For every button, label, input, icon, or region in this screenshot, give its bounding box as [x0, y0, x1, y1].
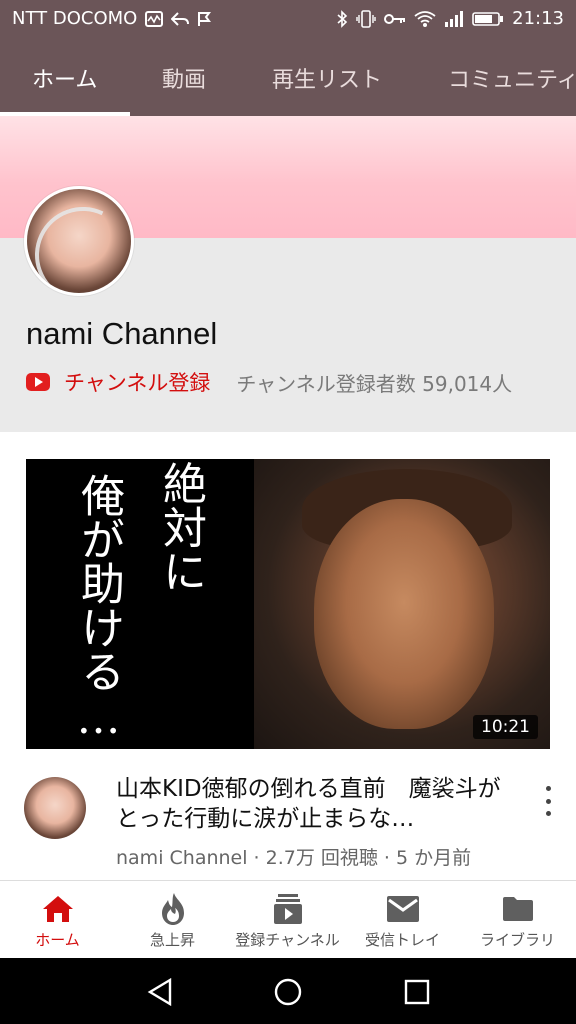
- back-icon[interactable]: [147, 978, 173, 1006]
- thumbnail-text-line-1: 絶対に: [155, 461, 206, 593]
- video-duration: 10:21: [473, 715, 538, 739]
- subscribe-button[interactable]: チャンネル登録: [64, 367, 210, 397]
- video-thumbnail[interactable]: 絶対に 俺が助ける… 10:21: [26, 459, 550, 749]
- nav-library-label: ライブラリ: [479, 931, 555, 949]
- trending-flame-icon: [161, 893, 184, 925]
- library-folder-icon: [502, 897, 533, 921]
- subscribe-row: チャンネル登録 チャンネル登録者数 59,014人: [26, 366, 512, 398]
- channel-tabs: ホーム 動画 再生リスト コミュニティ: [0, 38, 576, 116]
- video-title[interactable]: 山本KID徳郁の倒れる直前 魔裟斗がとった行動に涙が止まらな…: [116, 774, 506, 834]
- channel-avatar[interactable]: [24, 186, 134, 296]
- nav-trending[interactable]: 急上昇: [115, 881, 230, 959]
- bluetooth-icon: [337, 9, 348, 28]
- nav-inbox[interactable]: 受信トレイ: [345, 881, 460, 959]
- bottom-navigation: ホーム 急上昇 登録チャンネル 受信トレイ ライブラリ: [0, 880, 576, 959]
- signal-icon: [445, 10, 464, 27]
- vibrate-icon: [356, 9, 376, 28]
- tab-videos[interactable]: 動画: [162, 62, 206, 94]
- youtube-play-icon: [26, 373, 50, 391]
- nav-inbox-label: 受信トレイ: [364, 931, 440, 949]
- nav-home[interactable]: ホーム: [0, 881, 115, 959]
- tab-community[interactable]: コミュニティ: [448, 62, 576, 94]
- system-navigation-bar: [0, 958, 576, 1024]
- clock: 21:13: [512, 8, 564, 29]
- carrier-label: NTT DOCOMO: [12, 8, 138, 29]
- home-circle-icon[interactable]: [274, 978, 302, 1006]
- status-bar: NTT DOCOMO 21:13: [0, 0, 576, 38]
- nav-trending-label: 急上昇: [149, 931, 195, 949]
- nav-subscriptions-label: 登録チャンネル: [235, 931, 340, 949]
- video-meta: nami Channel · 2.7万 回視聴 · 5 か月前: [116, 847, 472, 869]
- nav-home-label: ホーム: [35, 931, 80, 949]
- nav-library[interactable]: ライブラリ: [460, 881, 575, 959]
- battery-icon: [472, 11, 504, 26]
- channel-name: nami Channel: [26, 316, 218, 351]
- more-options-icon[interactable]: [538, 786, 558, 816]
- subscriber-count: チャンネル登録者数 59,014人: [236, 371, 513, 396]
- flag-icon: [198, 11, 212, 26]
- key-icon: [384, 13, 406, 24]
- thumbnail-text-line-2: 俺が助ける…: [73, 473, 124, 744]
- activity-icon: [145, 10, 164, 27]
- subscriptions-icon: [273, 894, 302, 924]
- inbox-mail-icon: [386, 896, 419, 922]
- recents-square-icon[interactable]: [404, 979, 430, 1005]
- video-channel-avatar[interactable]: [24, 777, 86, 839]
- nav-subscriptions[interactable]: 登録チャンネル: [230, 881, 345, 959]
- tab-playlists[interactable]: 再生リスト: [272, 62, 382, 94]
- home-icon: [42, 896, 73, 922]
- tab-home[interactable]: ホーム: [32, 62, 97, 94]
- wifi-icon: [414, 10, 436, 27]
- reply-arrow-icon: [171, 11, 190, 26]
